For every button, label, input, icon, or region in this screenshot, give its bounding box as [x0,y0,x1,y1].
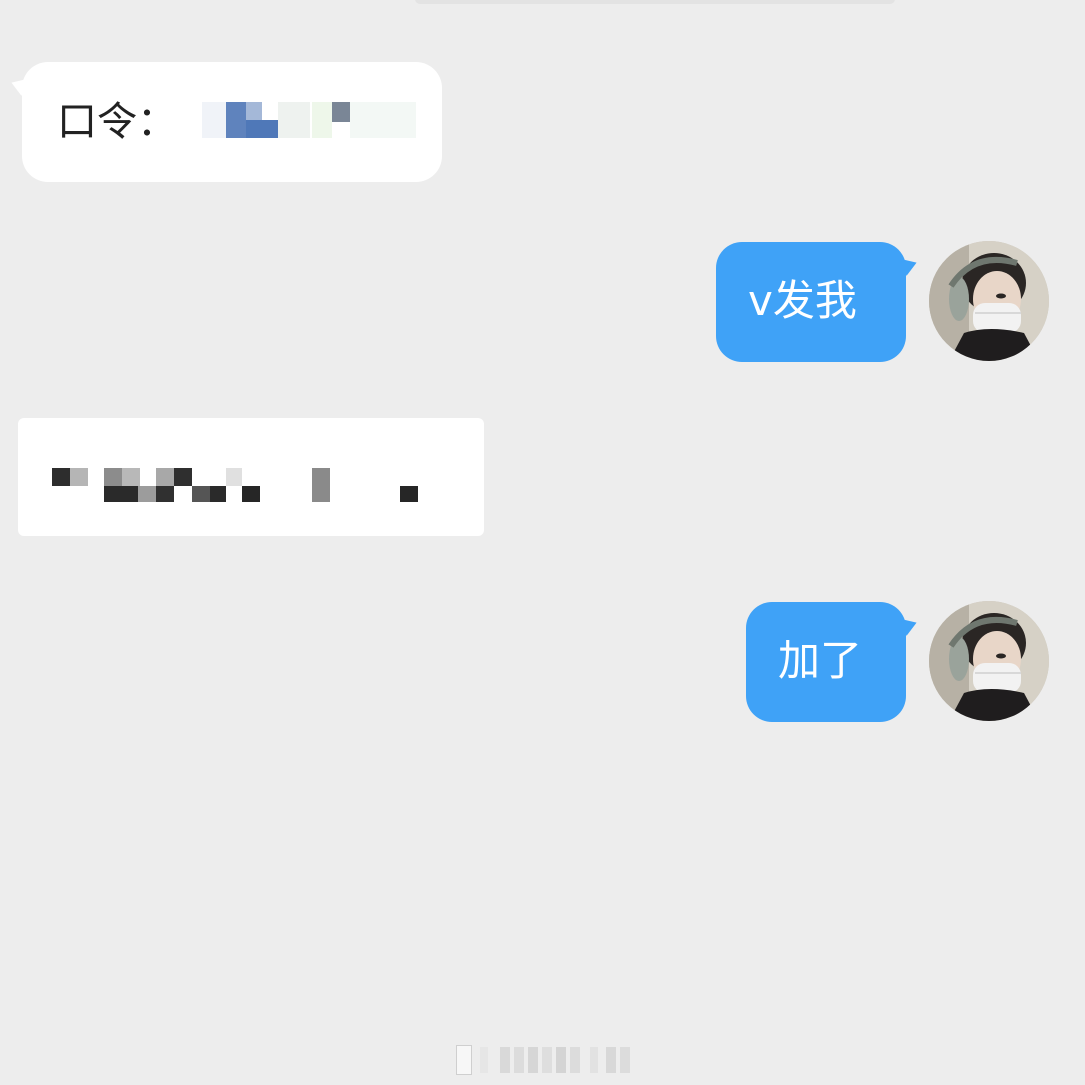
message-text: 加了 [778,636,863,685]
bubble-tail [8,74,28,96]
avatar-photo [929,241,1049,361]
bubble-tail [900,614,920,636]
censored-watermark [450,1045,640,1075]
message-text: v发我 [748,276,857,325]
outgoing-message-bubble[interactable]: v发我 [716,242,920,362]
outgoing-message-bubble[interactable]: 加了 [746,602,920,722]
avatar-photo [929,601,1049,721]
bubble-tail [900,254,920,276]
user-avatar[interactable] [929,241,1049,361]
incoming-message-bubble[interactable]: 口令： [8,62,442,182]
message-text: 口令： [57,99,177,145]
incoming-message-bubble[interactable] [18,418,484,536]
previous-message-edge [415,0,895,4]
user-avatar[interactable] [929,601,1049,721]
